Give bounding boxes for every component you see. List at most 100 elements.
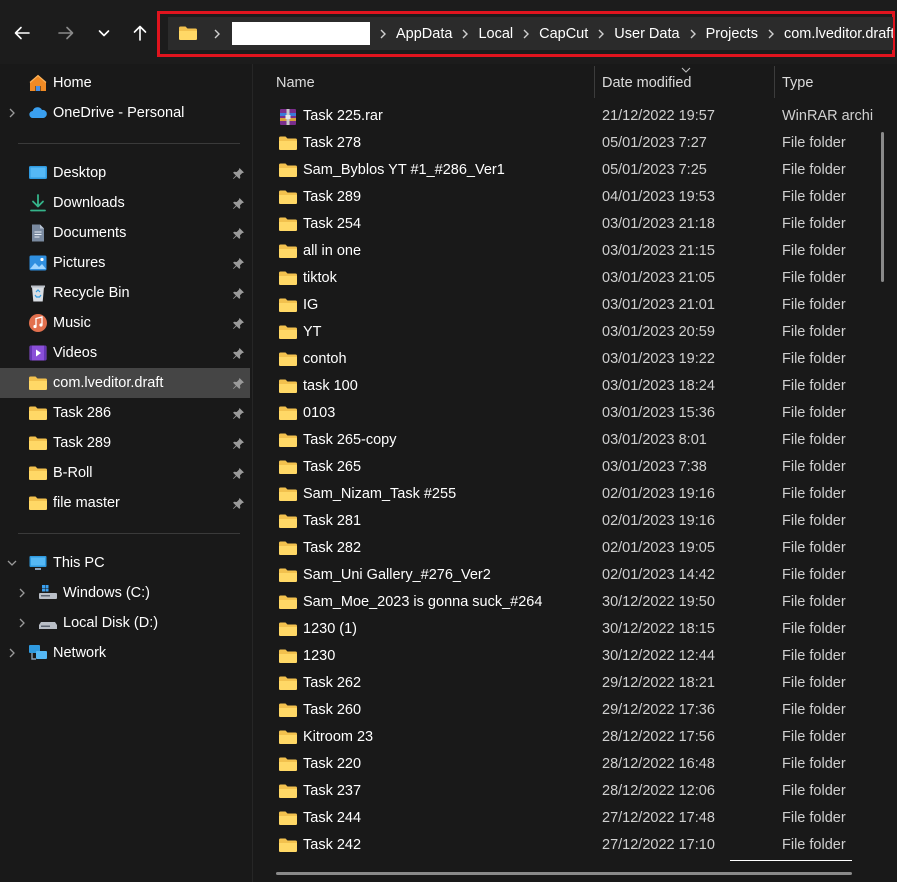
sidebar-item-documents[interactable]: Documents <box>0 218 250 248</box>
column-header-type[interactable]: Type <box>782 75 813 91</box>
chevron-right-icon[interactable] <box>597 29 605 39</box>
horizontal-scrollbar-thumb[interactable] <box>276 872 852 875</box>
table-row[interactable]: Task 281 02/01/2023 19:16 File folder <box>253 508 897 535</box>
table-row[interactable]: contoh 03/01/2023 19:22 File folder <box>253 346 897 373</box>
breadcrumb-item-capcut[interactable]: CapCut <box>539 26 588 42</box>
recent-locations-button[interactable] <box>92 20 116 46</box>
file-name: Task 254 <box>303 216 362 232</box>
column-resize-handle[interactable] <box>594 66 595 98</box>
column-header-name[interactable]: Name <box>276 75 315 91</box>
table-row[interactable]: all in one 03/01/2023 21:15 File folder <box>253 238 897 265</box>
sidebar-item-desktop[interactable]: Desktop <box>0 158 250 188</box>
sidebar-item-label: Music <box>53 315 91 331</box>
address-bar[interactable]: AppData Local CapCut User Data Projects … <box>168 17 893 50</box>
pin-icon[interactable] <box>232 317 245 330</box>
table-row[interactable]: Sam_Byblos YT #1_#286_Ver1 05/01/2023 7:2… <box>253 157 897 184</box>
sidebar-item-music[interactable]: Music <box>0 308 250 338</box>
pin-icon[interactable] <box>232 197 245 210</box>
breadcrumb-item-local[interactable]: Local <box>478 26 513 42</box>
sidebar-item-file-master[interactable]: file master <box>0 488 250 518</box>
chevron-right-icon[interactable] <box>16 617 28 629</box>
table-row[interactable]: Sam_Nizam_Task #255 02/01/2023 19:16 File … <box>253 481 897 508</box>
table-row[interactable]: Task 254 03/01/2023 21:18 File folder <box>253 211 897 238</box>
sidebar-item-task-286[interactable]: Task 286 <box>0 398 250 428</box>
table-row[interactable]: Task 242 27/12/2022 17:10 File folder <box>253 832 897 859</box>
chevron-right-icon[interactable] <box>461 29 469 39</box>
table-row[interactable]: Task 265 03/01/2023 7:38 File folder <box>253 454 897 481</box>
chevron-right-icon[interactable] <box>16 587 28 599</box>
table-row[interactable]: Task 244 27/12/2022 17:48 File folder <box>253 805 897 832</box>
pin-icon[interactable] <box>232 287 245 300</box>
file-type: File folder <box>782 702 846 718</box>
table-row[interactable]: Task 265-copy 03/01/2023 8:01 File folder <box>253 427 897 454</box>
table-row[interactable]: Task 225.rar 21/12/2022 19:57 WinRAR archi <box>253 103 897 130</box>
breadcrumb-item-appdata[interactable]: AppData <box>396 26 452 42</box>
forward-button[interactable] <box>54 20 78 46</box>
chevron-down-icon[interactable] <box>6 557 18 569</box>
table-row[interactable]: Sam_Moe_2023 is gonna suck_#264 30/12/202… <box>253 589 897 616</box>
table-row[interactable]: Task 282 02/01/2023 19:05 File folder <box>253 535 897 562</box>
table-row[interactable]: Sam_Uni Gallery_#276_Ver2 02/01/2023 14:4… <box>253 562 897 589</box>
table-row[interactable]: IG 03/01/2023 21:01 File folder <box>253 292 897 319</box>
table-row[interactable]: Task 260 29/12/2022 17:36 File folder <box>253 697 897 724</box>
pin-icon[interactable] <box>232 257 245 270</box>
table-row[interactable]: Task 289 04/01/2023 19:53 File folder <box>253 184 897 211</box>
table-row[interactable]: tiktok 03/01/2023 21:05 File folder <box>253 265 897 292</box>
sidebar-item-network[interactable]: Network <box>0 638 250 668</box>
chevron-right-icon[interactable] <box>379 29 387 39</box>
sidebar-item-videos[interactable]: Videos <box>0 338 250 368</box>
back-button[interactable] <box>10 20 34 46</box>
chevron-right-icon[interactable] <box>522 29 530 39</box>
pin-icon[interactable] <box>232 227 245 240</box>
vertical-scrollbar-thumb[interactable] <box>881 132 884 282</box>
folder-icon <box>278 675 298 691</box>
file-date-modified: 28/12/2022 17:56 <box>602 729 715 745</box>
breadcrumb-item-current-folder[interactable]: com.lveditor.draft <box>784 26 893 42</box>
pin-icon[interactable] <box>232 467 245 480</box>
table-row[interactable]: YT 03/01/2023 20:59 File folder <box>253 319 897 346</box>
table-row[interactable]: 1230 30/12/2022 12:44 File folder <box>253 643 897 670</box>
pin-icon[interactable] <box>232 167 245 180</box>
pin-icon[interactable] <box>232 407 245 420</box>
table-row[interactable]: task 100 03/01/2023 18:24 File folder <box>253 373 897 400</box>
sort-descending-icon <box>681 67 691 73</box>
sidebar-item-onedrive[interactable]: OneDrive - Personal <box>0 98 250 128</box>
table-row[interactable]: 0103 03/01/2023 15:36 File folder <box>253 400 897 427</box>
column-header-date-modified[interactable]: Date modified <box>602 75 691 91</box>
sidebar-item-com-lveditor-draft[interactable]: com.lveditor.draft <box>0 368 250 398</box>
sidebar-item-recycle-bin[interactable]: Recycle Bin <box>0 278 250 308</box>
winrar-icon <box>278 108 298 126</box>
sidebar-item-downloads[interactable]: Downloads <box>0 188 250 218</box>
pin-icon[interactable] <box>232 377 245 390</box>
pin-icon[interactable] <box>232 437 245 450</box>
sidebar-item-local-disk-d[interactable]: Local Disk (D:) <box>0 608 250 638</box>
sidebar-item-pictures[interactable]: Pictures <box>0 248 250 278</box>
folder-icon <box>278 567 298 583</box>
chevron-right-icon[interactable] <box>6 647 18 659</box>
table-row[interactable]: 1230 (1) 30/12/2022 18:15 File folder <box>253 616 897 643</box>
folder-icon <box>278 810 298 826</box>
chevron-right-icon[interactable] <box>767 29 775 39</box>
column-resize-handle[interactable] <box>774 66 775 98</box>
table-row[interactable]: Task 278 05/01/2023 7:27 File folder <box>253 130 897 157</box>
chevron-right-icon[interactable] <box>689 29 697 39</box>
chevron-right-icon[interactable] <box>6 107 18 119</box>
chevron-right-icon[interactable] <box>213 29 221 39</box>
breadcrumb-item-projects[interactable]: Projects <box>706 26 758 42</box>
sidebar-item-home[interactable]: Home <box>0 68 250 98</box>
table-row[interactable]: Task 220 28/12/2022 16:48 File folder <box>253 751 897 778</box>
breadcrumb-item-user-data[interactable]: User Data <box>614 26 679 42</box>
table-row[interactable]: Kitroom 23 28/12/2022 17:56 File folder <box>253 724 897 751</box>
table-row[interactable]: Task 262 29/12/2022 18:21 File folder <box>253 670 897 697</box>
file-date-modified: 30/12/2022 12:44 <box>602 648 715 664</box>
pin-icon[interactable] <box>232 347 245 360</box>
file-type: File folder <box>782 351 846 367</box>
sidebar-item-windows-c[interactable]: Windows (C:) <box>0 578 250 608</box>
sidebar-item-this-pc[interactable]: This PC <box>0 548 250 578</box>
sidebar-item-task-289[interactable]: Task 289 <box>0 428 250 458</box>
file-type: File folder <box>782 756 846 772</box>
sidebar-item-b-roll[interactable]: B-Roll <box>0 458 250 488</box>
table-row[interactable]: Task 237 28/12/2022 12:06 File folder <box>253 778 897 805</box>
pin-icon[interactable] <box>232 497 245 510</box>
up-button[interactable] <box>128 20 152 46</box>
